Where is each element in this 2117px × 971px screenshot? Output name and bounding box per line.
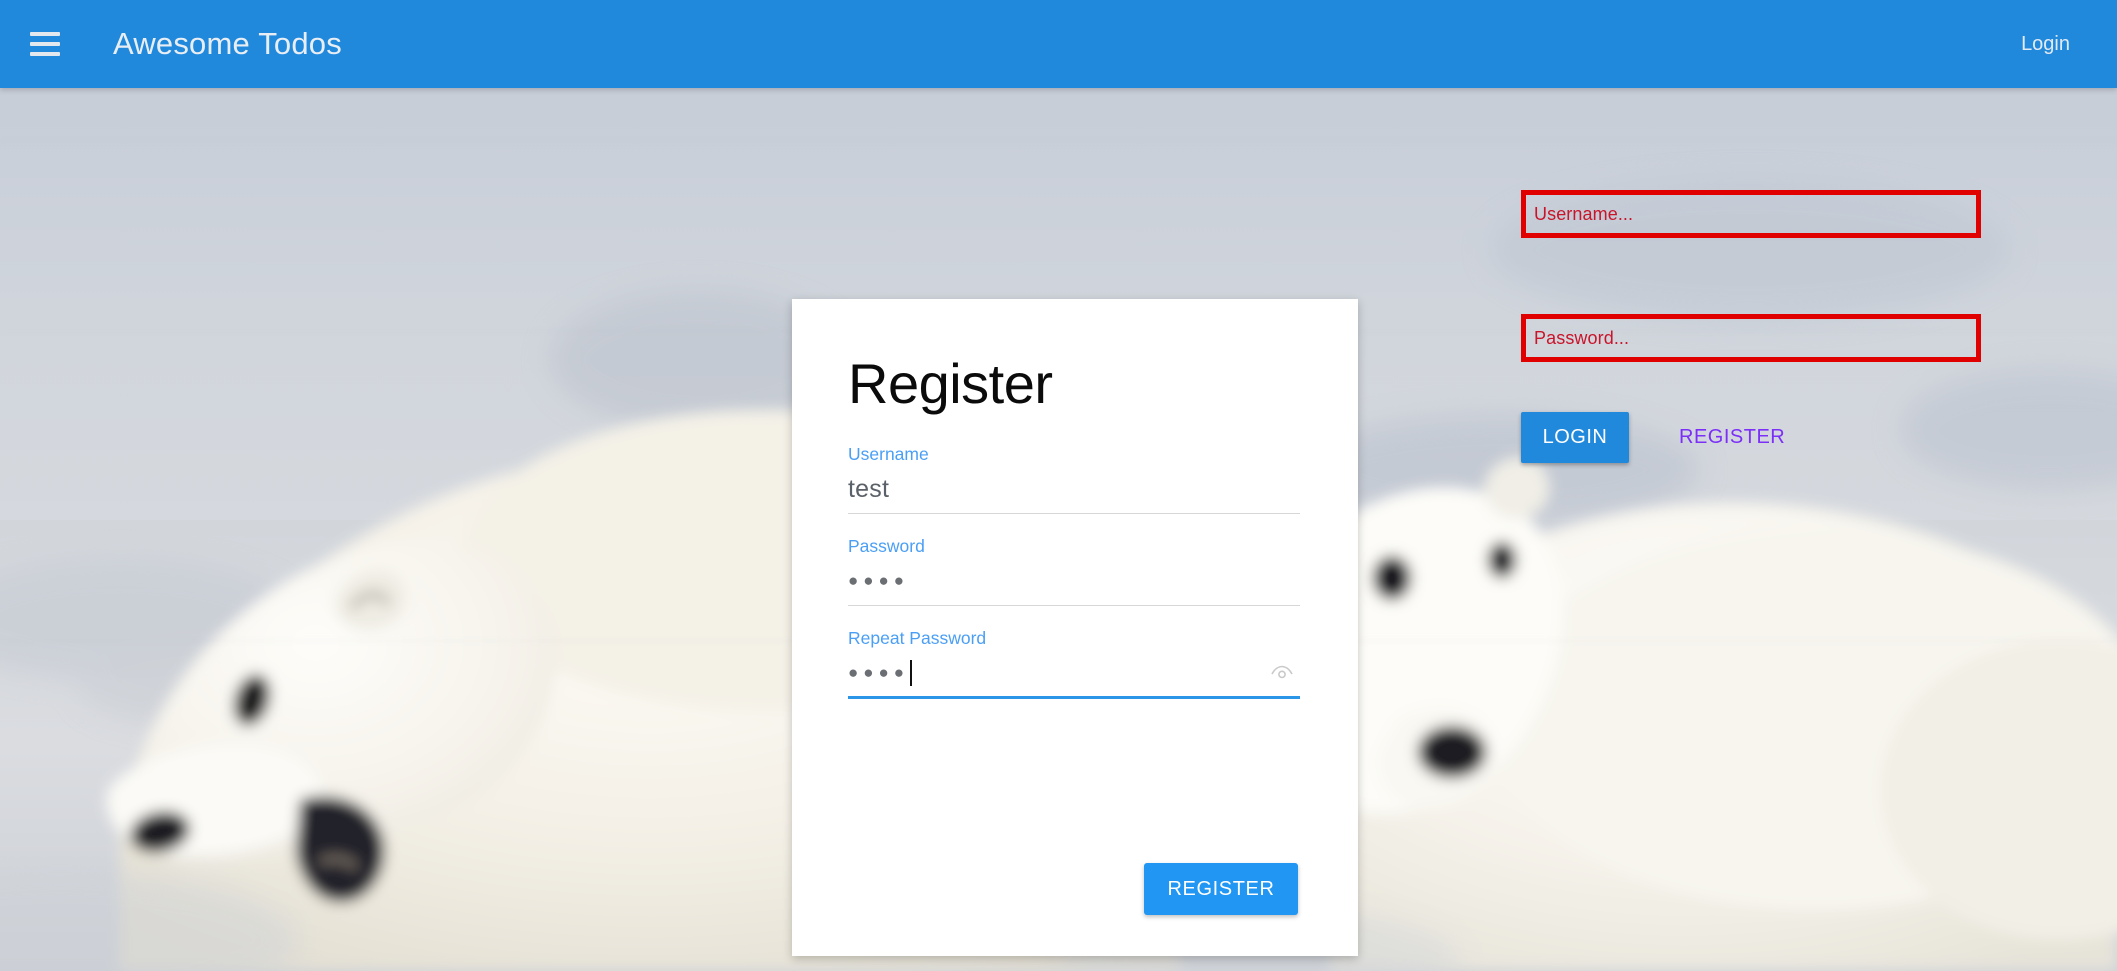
login-form: Username... Password... LOGIN REGISTER xyxy=(1521,190,1981,463)
login-password-placeholder: Password... xyxy=(1534,327,1630,348)
eye-icon[interactable] xyxy=(1270,662,1294,686)
register-username-field[interactable]: Username test xyxy=(848,443,1300,514)
register-repeat-password-input[interactable]: ●●●● xyxy=(848,656,1300,690)
register-submit-button[interactable]: REGISTER xyxy=(1144,863,1298,915)
register-repeat-password-label: Repeat Password xyxy=(848,627,987,648)
register-password-value: ●●●● xyxy=(848,570,910,590)
app-header: Awesome Todos Login xyxy=(0,0,2117,88)
header-login-link[interactable]: Login xyxy=(2021,33,2070,56)
register-card-body: Register Username test Password ●●●● Rep… xyxy=(792,299,1358,956)
app-root: Awesome Todos Login Register Username te… xyxy=(0,0,2117,971)
register-username-input[interactable]: test xyxy=(848,472,1300,506)
hamburger-bar-2 xyxy=(30,42,60,46)
login-password-input[interactable]: Password... xyxy=(1521,314,1981,362)
register-repeat-password-field[interactable]: Repeat Password ●●●● xyxy=(848,627,1300,699)
register-card: Register Username test Password ●●●● Rep… xyxy=(792,299,1358,956)
login-register-link[interactable]: REGISTER xyxy=(1679,426,1785,449)
register-title: Register xyxy=(848,352,1053,415)
hamburger-bar-1 xyxy=(30,32,60,36)
login-actions: LOGIN REGISTER xyxy=(1521,412,1785,463)
hamburger-bar-3 xyxy=(30,52,60,56)
hamburger-menu-icon[interactable] xyxy=(30,32,60,56)
register-username-value: test xyxy=(848,474,890,503)
register-repeat-password-value: ●●●● xyxy=(848,662,910,682)
login-submit-button[interactable]: LOGIN xyxy=(1521,412,1629,463)
app-title: Awesome Todos xyxy=(113,26,342,61)
register-password-input[interactable]: ●●●● xyxy=(848,564,1300,598)
text-cursor xyxy=(910,659,913,686)
register-username-label: Username xyxy=(848,443,929,464)
register-repeat-password-underline-focused xyxy=(848,695,1300,699)
register-username-underline xyxy=(848,512,1300,514)
register-password-underline xyxy=(848,604,1300,606)
login-username-placeholder: Username... xyxy=(1534,203,1634,224)
login-username-input[interactable]: Username... xyxy=(1521,190,1981,238)
register-password-label: Password xyxy=(848,535,925,556)
register-password-field[interactable]: Password ●●●● xyxy=(848,535,1300,606)
